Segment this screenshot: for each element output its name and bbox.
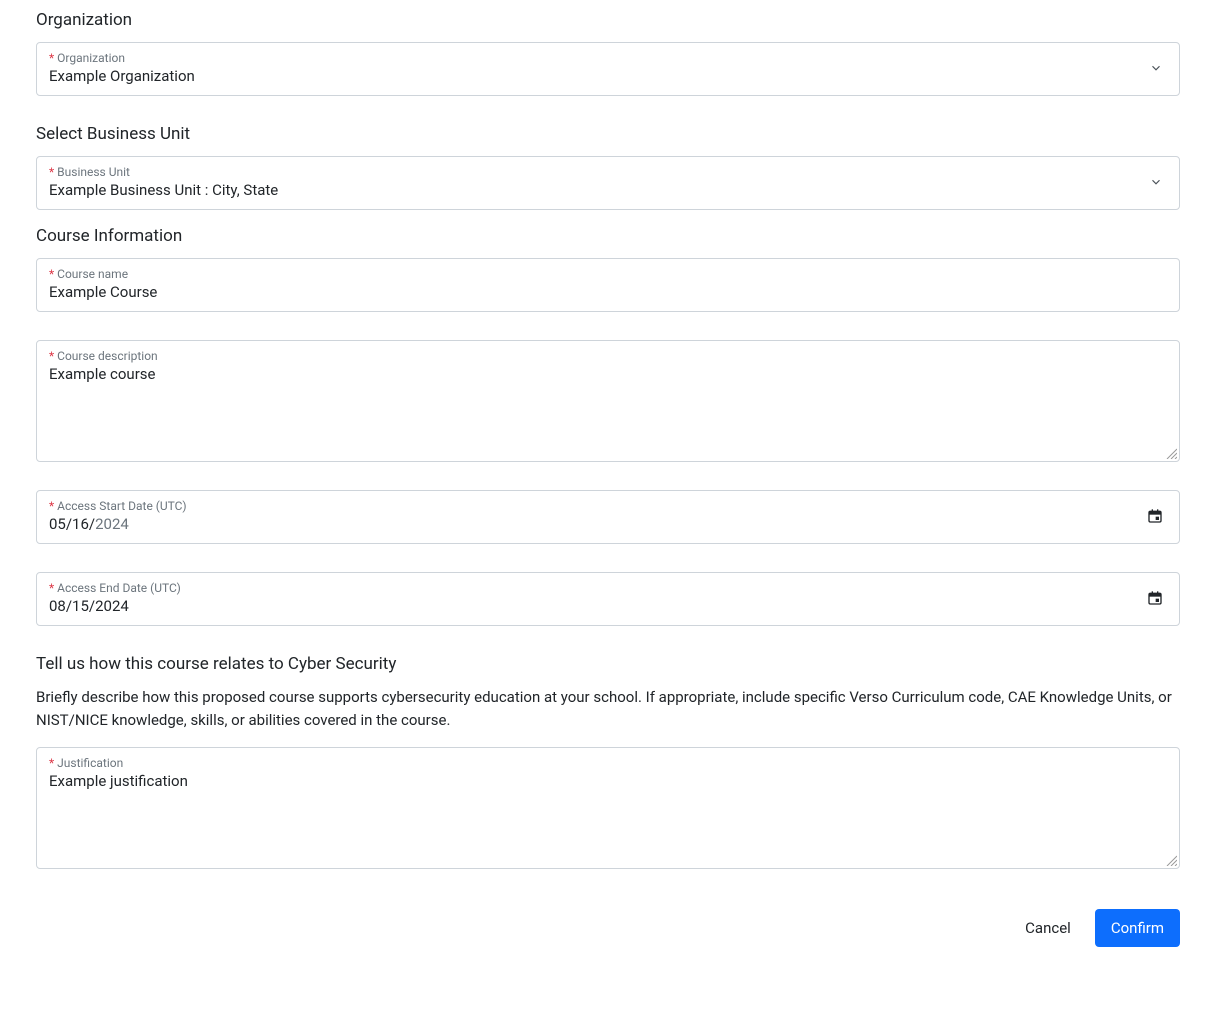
cyber-helper-text: Briefly describe how this proposed cours… xyxy=(36,686,1180,731)
course-description-label: * Course description xyxy=(49,349,1167,363)
organization-label: * Organization xyxy=(49,51,1141,65)
course-description-textarea[interactable] xyxy=(49,365,1167,445)
resize-handle-icon xyxy=(1165,447,1177,459)
calendar-icon[interactable] xyxy=(1147,590,1163,606)
organization-select[interactable]: * Organization Example Organization xyxy=(36,42,1180,96)
access-end-date-label: * Access End Date (UTC) xyxy=(49,581,1147,595)
business-unit-select[interactable]: * Business Unit Example Business Unit : … xyxy=(36,156,1180,210)
access-end-date-value: 08/15/2024 xyxy=(49,597,1147,615)
course-name-field[interactable]: * Course name xyxy=(36,258,1180,312)
cancel-button[interactable]: Cancel xyxy=(1009,909,1087,947)
organization-value: Example Organization xyxy=(49,67,1141,85)
business-unit-value: Example Business Unit : City, State xyxy=(49,181,1141,199)
cyber-section-title: Tell us how this course relates to Cyber… xyxy=(36,654,1180,674)
course-name-label: * Course name xyxy=(49,267,1167,281)
access-end-date-field[interactable]: * Access End Date (UTC) 08/15/2024 xyxy=(36,572,1180,626)
chevron-down-icon xyxy=(1149,175,1163,189)
chevron-down-icon xyxy=(1149,61,1163,75)
business-unit-label: * Business Unit xyxy=(49,165,1141,179)
course-info-section-title: Course Information xyxy=(36,226,1180,246)
organization-section-title: Organization xyxy=(36,10,1180,30)
access-start-date-label: * Access Start Date (UTC) xyxy=(49,499,1147,513)
justification-label: * Justification xyxy=(49,756,1167,770)
button-row: Cancel Confirm xyxy=(36,909,1180,947)
justification-textarea[interactable] xyxy=(49,772,1167,852)
access-start-date-field[interactable]: * Access Start Date (UTC) 05/16/2024 xyxy=(36,490,1180,544)
calendar-icon[interactable] xyxy=(1147,508,1163,524)
business-unit-section-title: Select Business Unit xyxy=(36,124,1180,144)
confirm-button[interactable]: Confirm xyxy=(1095,909,1180,947)
access-start-date-value: 05/16/2024 xyxy=(49,515,1147,533)
course-description-field[interactable]: * Course description xyxy=(36,340,1180,462)
justification-field[interactable]: * Justification xyxy=(36,747,1180,869)
resize-handle-icon xyxy=(1165,854,1177,866)
course-name-input[interactable] xyxy=(49,283,1167,301)
